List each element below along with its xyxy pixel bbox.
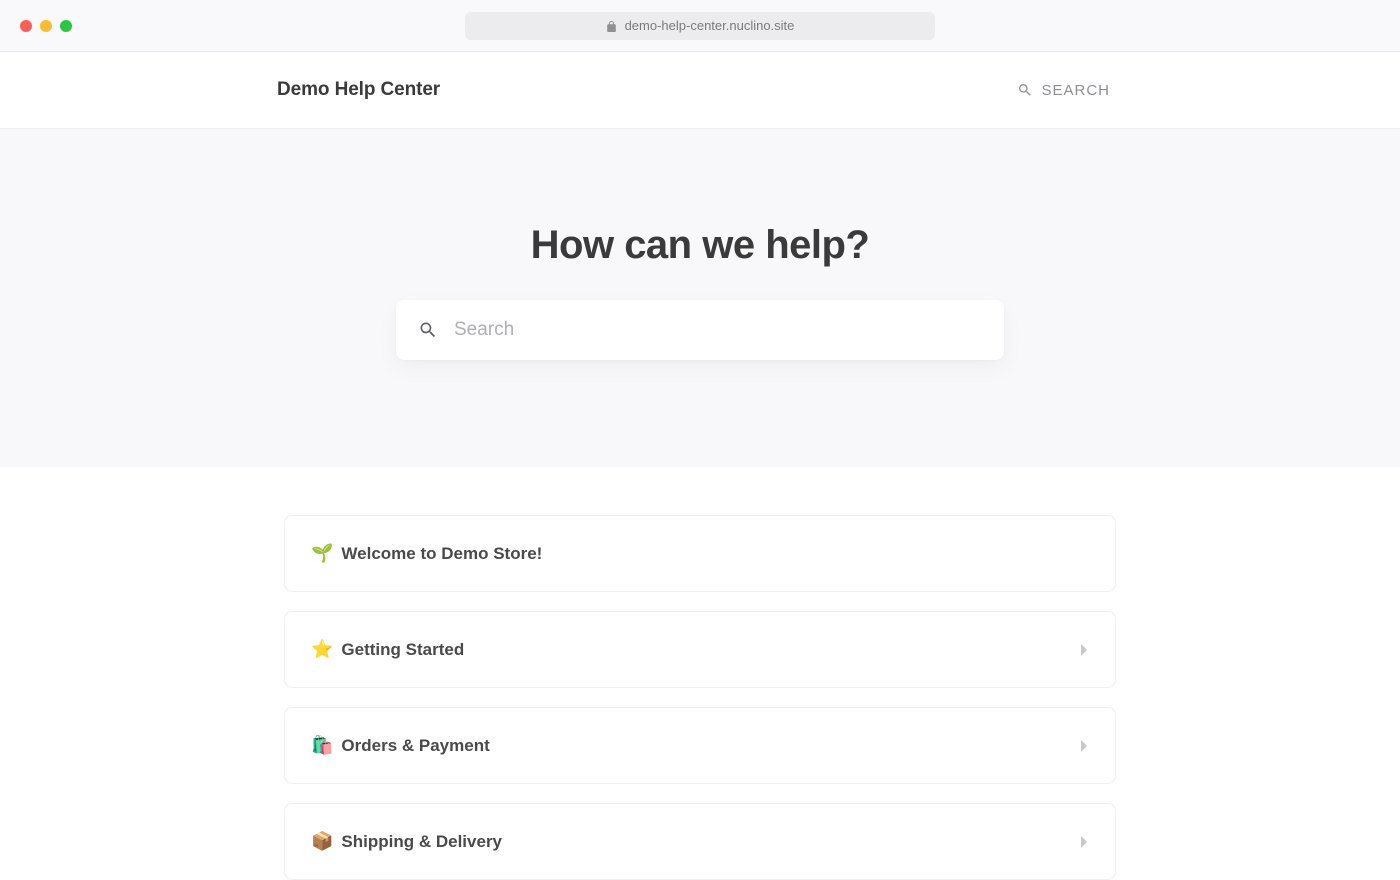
seedling-icon: 🌱 [311,543,333,564]
hero-search-box[interactable] [396,300,1004,360]
chevron-right-icon [1079,643,1089,657]
hero-section: How can we help? [0,129,1400,467]
url-text: demo-help-center.nuclino.site [625,18,795,33]
search-button[interactable]: SEARCH [1017,82,1110,99]
minimize-window-button[interactable] [40,20,52,32]
card-content: 🌱 Welcome to Demo Store! [311,543,542,564]
close-window-button[interactable] [20,20,32,32]
lock-icon [606,20,617,32]
card-title: Getting Started [341,640,464,660]
site-header: Demo Help Center SEARCH [0,52,1400,129]
star-icon: ⭐ [311,639,333,660]
category-card-shipping-delivery[interactable]: 📦 Shipping & Delivery [284,803,1116,880]
window-controls [20,20,72,32]
shopping-bags-icon: 🛍️ [311,735,333,756]
card-title: Shipping & Delivery [341,832,502,852]
package-icon: 📦 [311,831,333,852]
hero-search-input[interactable] [454,319,982,341]
card-content: 🛍️ Orders & Payment [311,735,490,756]
search-icon [1017,82,1033,98]
card-content: ⭐ Getting Started [311,639,464,660]
browser-chrome: demo-help-center.nuclino.site [0,0,1400,52]
maximize-window-button[interactable] [60,20,72,32]
search-button-label: SEARCH [1041,82,1110,99]
card-content: 📦 Shipping & Delivery [311,831,502,852]
category-card-getting-started[interactable]: ⭐ Getting Started [284,611,1116,688]
url-bar[interactable]: demo-help-center.nuclino.site [465,12,935,40]
hero-title: How can we help? [531,223,870,268]
chevron-right-icon [1079,835,1089,849]
category-card-orders-payment[interactable]: 🛍️ Orders & Payment [284,707,1116,784]
search-icon [418,320,438,340]
category-list: 🌱 Welcome to Demo Store! ⭐ Getting Start… [0,467,1400,880]
card-title: Orders & Payment [341,736,489,756]
category-card-welcome[interactable]: 🌱 Welcome to Demo Store! [284,515,1116,592]
site-title[interactable]: Demo Help Center [277,79,440,101]
card-title: Welcome to Demo Store! [341,544,542,564]
chevron-right-icon [1079,739,1089,753]
